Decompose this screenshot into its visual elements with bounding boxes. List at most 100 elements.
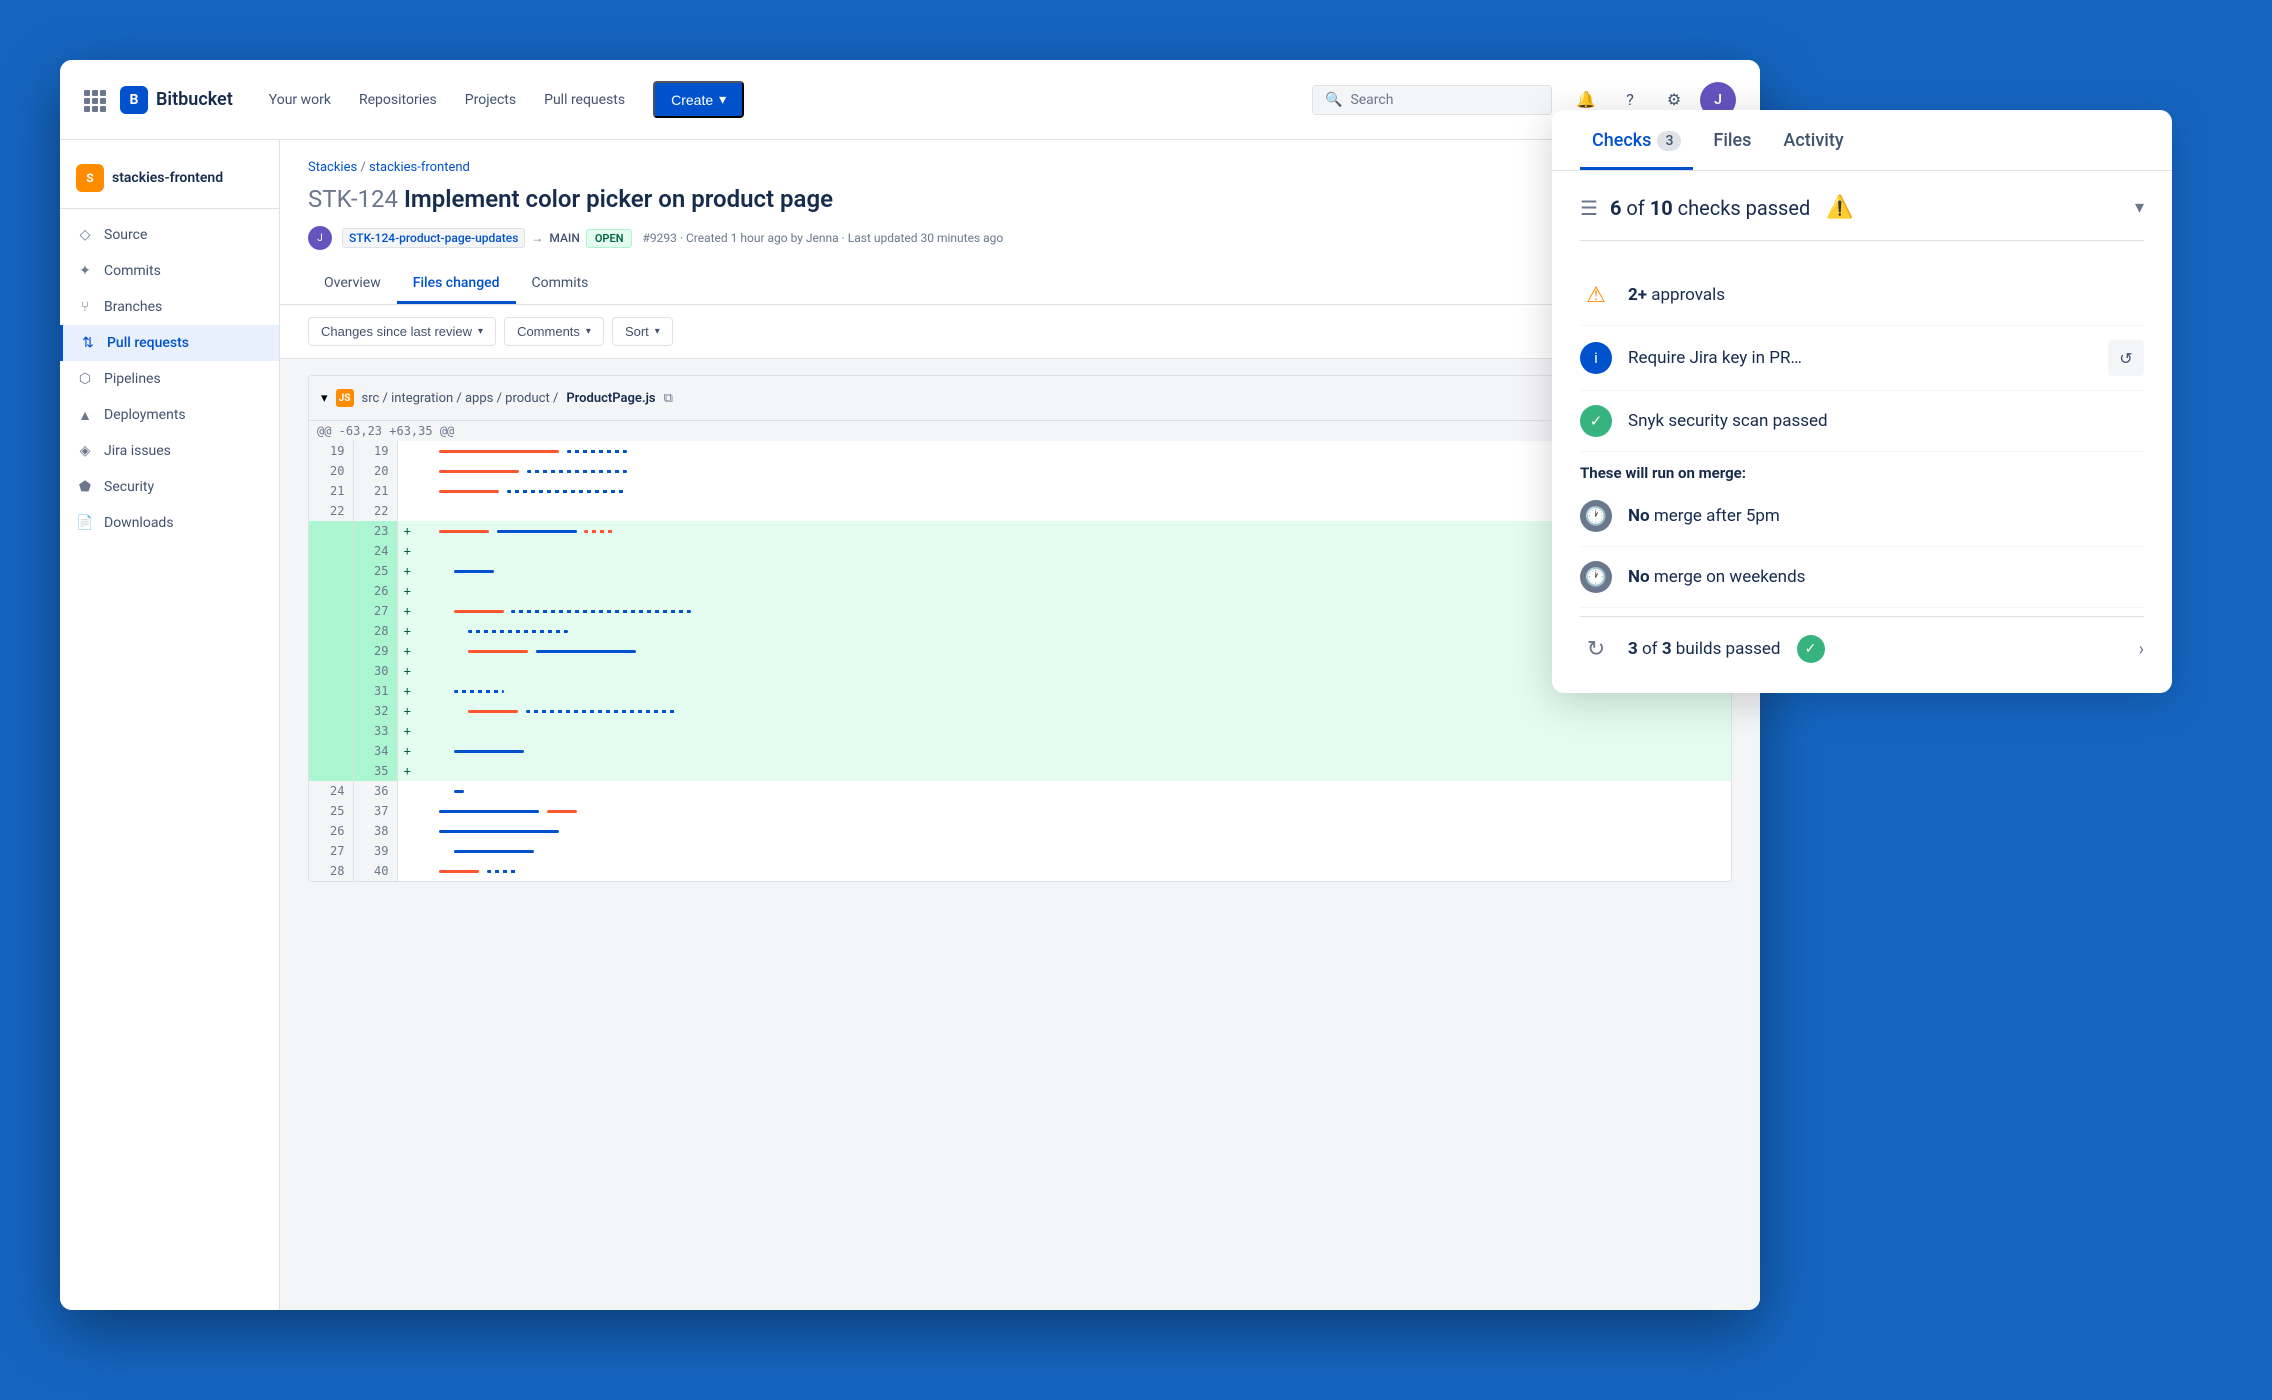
table-row: 24 + (309, 541, 1731, 561)
collapse-icon[interactable]: ▾ (321, 391, 328, 406)
check-label-jira: Require Jira key in PR… (1628, 348, 1802, 368)
files-toolbar: Changes since last review ▾ Comments ▾ S… (280, 305, 1760, 359)
check-item-approvals: ⚠ 2+ approvals (1580, 265, 2144, 326)
check-item-no-weekends: 🕐 No merge on weekends (1580, 547, 2144, 608)
diff-file-name: ProductPage.js (566, 391, 655, 406)
repo-name: stackies-frontend (112, 170, 223, 186)
table-row: 23 + (309, 521, 1731, 541)
table-row: 28 40 (309, 861, 1731, 881)
sidebar-item-source[interactable]: ◇ Source (60, 217, 279, 253)
table-row: 22 22 (309, 501, 1731, 521)
refresh-icon: ↻ (1580, 633, 1612, 665)
sidebar-item-pipelines[interactable]: ⬡ Pipelines (60, 361, 279, 397)
builds-row: ↻ 3 of 3 builds passed ✓ › (1580, 616, 2144, 669)
pr-meta: J STK-124-product-page-updates → MAIN OP… (308, 223, 1732, 253)
search-input[interactable]: 🔍 Search (1312, 85, 1552, 115)
pr-to-branch: MAIN (549, 231, 579, 245)
nav-projects[interactable]: Projects (453, 84, 528, 116)
pr-title: STK-124 Implement color picker on produc… (308, 185, 1732, 213)
chevron-down-icon: ▾ (655, 326, 660, 337)
browser-window: B Bitbucket Your work Repositories Proje… (60, 60, 1760, 1310)
main-layout: S stackies-frontend ◇ Source ✦ Commits ⑂… (60, 140, 1760, 1310)
pr-title-text: Implement color picker on product page (404, 185, 833, 213)
diff-file-header: ▾ JS src / integration / apps / product … (309, 376, 1731, 421)
chevron-down-icon: ▾ (478, 326, 483, 337)
breadcrumb-repo[interactable]: stackies-frontend (369, 160, 470, 175)
breadcrumb-owner[interactable]: Stackies (308, 160, 357, 175)
nav-logo[interactable]: B Bitbucket (120, 86, 233, 114)
pipelines-icon: ⬡ (76, 370, 94, 388)
nav-your-work[interactable]: Your work (257, 84, 343, 116)
table-row: 29 + (309, 641, 1731, 661)
tab-overview[interactable]: Overview (308, 265, 397, 304)
nav-bar: B Bitbucket Your work Repositories Proje… (60, 60, 1760, 140)
sidebar-item-label: Deployments (104, 407, 186, 423)
sidebar-item-downloads[interactable]: 📄 Downloads (60, 505, 279, 541)
panel-body: ☰ 6 of 10 checks passed ⚠️ ▾ ⚠ 2+ approv… (1552, 171, 2172, 693)
sidebar-item-label: Downloads (104, 515, 174, 531)
pr-from-branch[interactable]: STK-124-product-page-updates (342, 228, 525, 248)
copy-icon[interactable]: ⧉ (664, 391, 673, 406)
search-icon: 🔍 (1325, 92, 1342, 108)
table-row: 27 + (309, 601, 1731, 621)
retry-button[interactable]: ↺ (2108, 340, 2144, 376)
info-icon: i (1580, 342, 1612, 374)
pr-header: Stackies / stackies-frontend STK-124 Imp… (280, 140, 1760, 305)
sort-button[interactable]: Sort ▾ (612, 317, 673, 346)
clock-icon: 🕐 (1580, 500, 1612, 532)
diff-content: @@ -63,23 +63,35 @@ 19 19 20 (309, 421, 1731, 881)
pr-key: STK-124 (308, 185, 398, 213)
security-icon: ⬟ (76, 478, 94, 496)
expand-checks-button[interactable]: ▾ (2135, 197, 2144, 218)
sidebar-item-deployments[interactable]: ▲ Deployments (60, 397, 279, 433)
comments-button[interactable]: Comments ▾ (504, 317, 604, 346)
check-label-no-weekends: No merge on weekends (1628, 567, 1805, 587)
checks-summary: 6 of 10 checks passed (1610, 196, 1810, 220)
table-row: 32 + (309, 701, 1731, 721)
breadcrumb: Stackies / stackies-frontend (308, 160, 1732, 175)
panel-tabs: Checks 3 Files Activity (1552, 110, 2172, 171)
table-row: 30 + (309, 661, 1731, 681)
table-row: 19 19 (309, 441, 1731, 461)
pr-status-badge: OPEN (586, 229, 633, 248)
table-row: 35 + (309, 761, 1731, 781)
source-icon: ◇ (76, 226, 94, 244)
tab-commits[interactable]: Commits (516, 265, 605, 304)
panel-tab-files[interactable]: Files (1701, 110, 1763, 170)
table-row: 26 38 (309, 821, 1731, 841)
diff-file-path: src / integration / apps / product / (362, 391, 559, 406)
changes-since-review-button[interactable]: Changes since last review ▾ (308, 317, 496, 346)
sidebar-item-label: Security (104, 479, 154, 495)
sidebar-item-label: Commits (104, 263, 161, 279)
pull-requests-icon: ⇅ (79, 334, 97, 352)
panel-tab-checks[interactable]: Checks 3 (1580, 110, 1693, 170)
check-label-no-5pm: No merge after 5pm (1628, 506, 1780, 526)
diff-table: @@ -63,23 +63,35 @@ 19 19 20 (309, 421, 1731, 881)
create-button[interactable]: Create ▾ (653, 81, 744, 118)
tab-files-changed[interactable]: Files changed (397, 265, 516, 304)
sidebar: S stackies-frontend ◇ Source ✦ Commits ⑂… (60, 140, 280, 1310)
check-label-snyk: Snyk security scan passed (1628, 411, 1828, 431)
sidebar-item-label: Jira issues (104, 443, 171, 459)
checks-panel: Checks 3 Files Activity ☰ 6 of 10 checks… (1552, 110, 2172, 693)
sidebar-item-jira-issues[interactable]: ◈ Jira issues (60, 433, 279, 469)
pr-meta-text: #9293 · Created 1 hour ago by Jenna · La… (642, 231, 1003, 245)
builds-summary: 3 of 3 builds passed (1628, 639, 1781, 659)
sidebar-item-pull-requests[interactable]: ⇅ Pull requests (60, 325, 279, 361)
diff-hunk-header: @@ -63,23 +63,35 @@ (309, 421, 1731, 441)
sidebar-item-label: Pipelines (104, 371, 161, 387)
sidebar-item-commits[interactable]: ✦ Commits (60, 253, 279, 289)
deployments-icon: ▲ (76, 406, 94, 424)
pr-tabs: Overview Files changed Commits (308, 265, 1732, 304)
sidebar-item-security[interactable]: ⬟ Security (60, 469, 279, 505)
grid-icon[interactable] (84, 90, 104, 110)
check-label-approvals: 2+ approvals (1628, 285, 1725, 305)
nav-repositories[interactable]: Repositories (347, 84, 449, 116)
builds-expand-button[interactable]: › (2139, 639, 2144, 660)
nav-pull-requests[interactable]: Pull requests (532, 84, 637, 116)
table-row: 31 + (309, 681, 1731, 701)
sidebar-item-branches[interactable]: ⑂ Branches (60, 289, 279, 325)
panel-tab-activity[interactable]: Activity (1771, 110, 1855, 170)
warning-icon: ⚠️ (1826, 195, 1853, 220)
table-row: 25 + (309, 561, 1731, 581)
